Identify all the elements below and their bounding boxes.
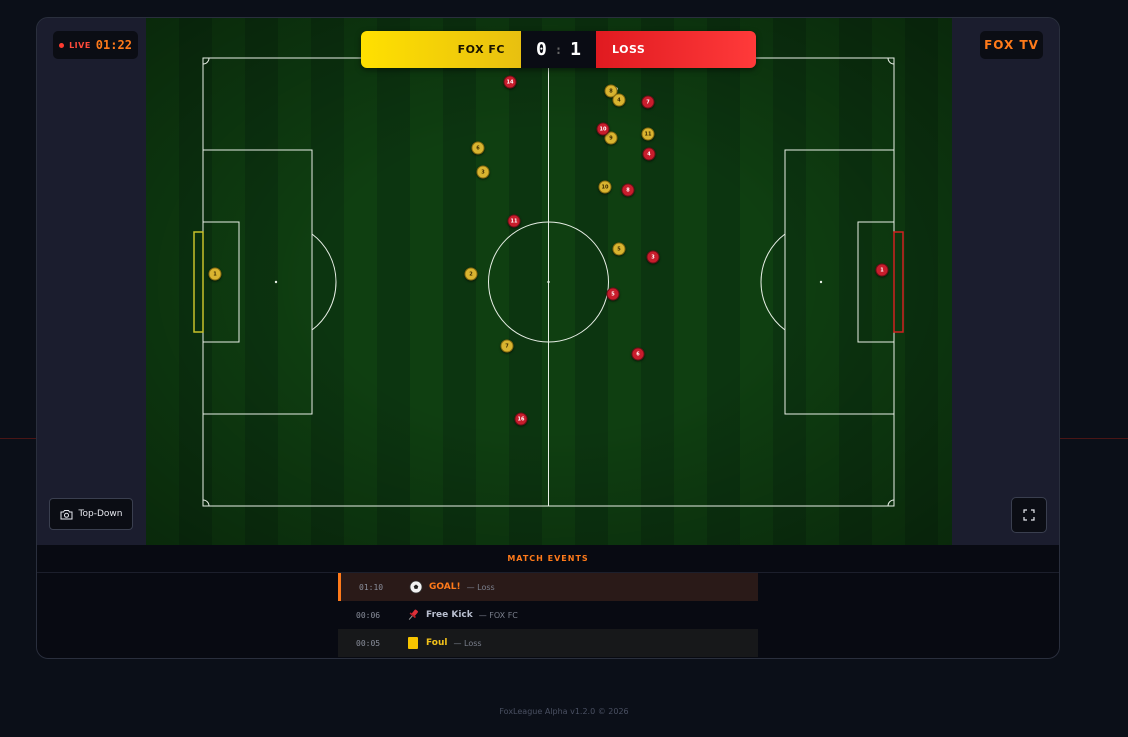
camera-icon	[60, 509, 73, 519]
live-dot-icon	[59, 42, 65, 48]
home-player[interactable]: 11	[641, 127, 655, 141]
camera-view-label: Top-Down	[78, 509, 123, 519]
away-score: 1	[570, 39, 581, 60]
events-title: MATCH EVENTS	[37, 545, 1059, 573]
home-player[interactable]: 2	[464, 267, 478, 281]
home-player[interactable]: 4	[612, 93, 626, 107]
away-player[interactable]: 10	[596, 122, 610, 136]
event-type: GOAL!	[429, 582, 461, 592]
score-separator: :	[554, 42, 563, 57]
event-row[interactable]: 00:05 Foul — Loss	[338, 629, 758, 657]
home-player[interactable]: 10	[598, 180, 612, 194]
away-player[interactable]: 5	[606, 287, 620, 301]
home-score: 0	[536, 39, 547, 60]
away-player[interactable]: 4	[642, 147, 656, 161]
home-player[interactable]: 7	[500, 339, 514, 353]
event-time: 00:05	[356, 638, 381, 648]
pushpin-icon	[400, 608, 426, 622]
scoreboard: FOX FC 0 : 1 LOSS	[361, 31, 756, 68]
yellow-card-icon	[400, 636, 426, 650]
away-player[interactable]: 14	[503, 75, 517, 89]
soccer-ball-icon	[403, 580, 429, 594]
broadcaster-logo: FOX TV	[980, 31, 1043, 59]
away-player[interactable]: 3	[646, 250, 660, 264]
away-player[interactable]: 1	[875, 263, 889, 277]
home-team-name: FOX FC	[361, 31, 521, 68]
event-team: — Loss	[466, 582, 495, 592]
footer-version: FoxLeague Alpha v1.2.0 © 2026	[499, 707, 629, 716]
fullscreen-icon	[1023, 509, 1035, 521]
event-row[interactable]: 00:06 Free Kick — FOX FC	[338, 601, 758, 629]
event-time: 00:06	[356, 610, 381, 620]
away-player[interactable]: 6	[631, 347, 645, 361]
away-team-name: LOSS	[596, 31, 756, 68]
event-type: Free Kick	[426, 610, 473, 620]
away-player[interactable]: 8	[621, 183, 635, 197]
pitch: 1 6 3 2 7 8 4 11 9 10 5 14 7 10 4 8 11 3…	[146, 18, 952, 545]
event-row[interactable]: 01:10 GOAL! — Loss	[338, 573, 758, 601]
score: 0 : 1	[521, 31, 596, 68]
camera-view-button[interactable]: Top-Down	[49, 498, 133, 530]
away-player[interactable]: 7	[641, 95, 655, 109]
event-time: 01:10	[359, 582, 384, 592]
match-clock: 01:22	[95, 38, 132, 52]
fullscreen-button[interactable]	[1011, 497, 1047, 533]
match-stage: 1 6 3 2 7 8 4 11 9 10 5 14 7 10 4 8 11 3…	[37, 18, 1059, 545]
event-team: — FOX FC	[478, 610, 518, 620]
home-player[interactable]: 3	[476, 165, 490, 179]
event-team: — Loss	[453, 638, 482, 648]
home-player[interactable]: 6	[471, 141, 485, 155]
event-type: Foul	[426, 638, 448, 648]
away-player[interactable]: 11	[507, 214, 521, 228]
broadcast-frame: 1 6 3 2 7 8 4 11 9 10 5 14 7 10 4 8 11 3…	[36, 17, 1060, 659]
home-player[interactable]: 1	[208, 267, 222, 281]
pitch-markings	[193, 57, 904, 507]
live-label: LIVE	[69, 40, 91, 50]
away-player[interactable]: 16	[514, 412, 528, 426]
match-events-panel: MATCH EVENTS 01:10 GOAL! — Loss 00:06 Fr…	[37, 545, 1059, 658]
live-badge: LIVE 01:22	[53, 31, 138, 59]
home-player[interactable]: 5	[612, 242, 626, 256]
